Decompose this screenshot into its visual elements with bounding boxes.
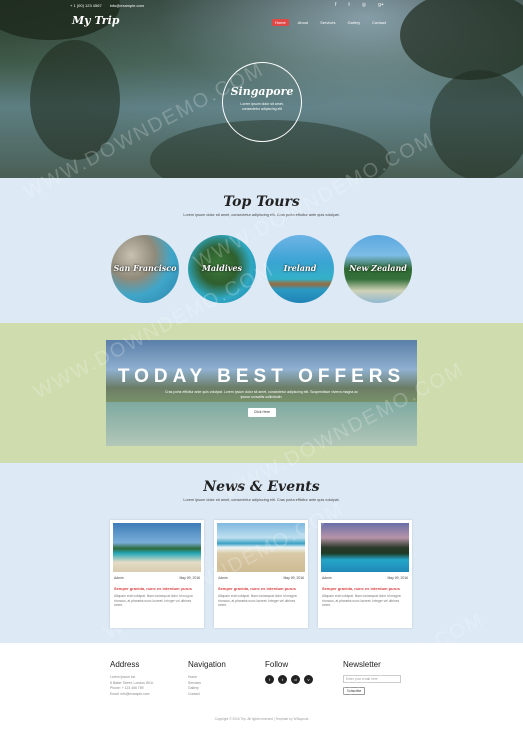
footer-navigation: Navigation Home Services Gallery Contact <box>188 660 226 697</box>
copyright-text: Copyright © 2016 Trip. All rights reserv… <box>214 717 309 721</box>
news-section: News & Events Lorem ipsum dolor sit amet… <box>0 463 523 643</box>
offers-title: TODAY BEST OFFERS <box>117 366 406 387</box>
author-text: Admin <box>218 576 228 580</box>
hero-city-subtitle: Lorem ipsum dolor sit amet, consectetur … <box>240 102 284 111</box>
vimeo-icon[interactable]: v <box>304 675 313 684</box>
phone-text: + 1 (00) 123 4567 <box>70 3 102 8</box>
hero-city-title: Singapore <box>230 85 294 98</box>
news-card-title[interactable]: Semper gravida, nunc ex interdum purus <box>218 586 304 591</box>
author-text: Admin <box>322 576 332 580</box>
footer-link-contact[interactable]: Contact <box>188 692 226 698</box>
news-card-title[interactable]: Semper gravida, nunc ex interdum purus <box>114 586 200 591</box>
author-text: Admin <box>114 576 124 580</box>
news-meta: Admin May 09, 2016 <box>114 576 200 580</box>
hero-banner: + 1 (00) 123 4567 info@example.com f t ◎… <box>0 0 523 178</box>
tour-label: Ireland <box>283 263 317 273</box>
date-text: May 09, 2016 <box>283 576 304 580</box>
top-tours-section: Top Tours Lorem ipsum dolor sit amet, co… <box>0 178 523 323</box>
social-links: f t ◎ g+ <box>335 2 384 8</box>
follow-icons: f t d v <box>265 675 313 684</box>
news-image <box>321 523 409 572</box>
instagram-icon[interactable]: ◎ <box>362 2 366 8</box>
offers-section: TODAY BEST OFFERS Cras porta efficitur a… <box>0 323 523 463</box>
news-image <box>217 523 305 572</box>
tour-label: Maldives <box>202 263 242 273</box>
footer-follow: Follow f t d v <box>265 660 313 684</box>
site-footer: Address Lorem Ipsum Inc 8 Baker Street, … <box>0 643 523 729</box>
news-title: News & Events <box>203 479 320 495</box>
address-line[interactable]: Email: info@example.com <box>110 692 153 698</box>
nav-about[interactable]: About <box>295 19 311 26</box>
news-meta: Admin May 09, 2016 <box>322 576 408 580</box>
tour-label: New Zealand <box>349 263 407 273</box>
news-card[interactable]: Admin May 09, 2016 Semper gravida, nunc … <box>110 520 204 628</box>
tours-tagline: Lorem ipsum dolor sit amet, consectetur … <box>183 213 340 217</box>
news-meta: Admin May 09, 2016 <box>218 576 304 580</box>
contact-bar: + 1 (00) 123 4567 info@example.com <box>70 3 144 8</box>
tours-title: Top Tours <box>223 194 300 210</box>
footer-address-title: Address <box>110 660 140 669</box>
site-logo[interactable]: My Trip <box>72 14 119 27</box>
twitter-icon[interactable]: t <box>278 675 287 684</box>
news-card[interactable]: Admin May 09, 2016 Semper gravida, nunc … <box>214 520 308 628</box>
nav-home[interactable]: Home <box>272 19 289 26</box>
twitter-icon[interactable]: t <box>348 2 349 8</box>
nav-gallery[interactable]: Gallery <box>344 19 363 26</box>
tour-label: San Francisco <box>113 263 177 273</box>
footer-newsletter: Newsletter Enter your email here Subscri… <box>343 660 401 695</box>
footer-navigation-title: Navigation <box>188 660 226 669</box>
facebook-icon[interactable]: f <box>265 675 274 684</box>
news-card-body: Aliquam erat volutpat. Nam consequat dol… <box>218 594 297 608</box>
footer-newsletter-title: Newsletter <box>343 660 381 669</box>
nav-contact[interactable]: Contact <box>369 19 389 26</box>
news-card-body: Aliquam erat volutpat. Nam consequat dol… <box>322 594 401 608</box>
offers-banner: TODAY BEST OFFERS Cras porta efficitur a… <box>106 340 417 446</box>
offers-description: Cras porta efficitur ante quis volutpat.… <box>165 390 358 399</box>
date-text: May 09, 2016 <box>179 576 200 580</box>
email-text[interactable]: info@example.com <box>110 3 144 8</box>
footer-follow-title: Follow <box>265 660 289 669</box>
tour-san-francisco[interactable]: San Francisco <box>111 235 179 303</box>
tour-maldives[interactable]: Maldives <box>188 235 256 303</box>
newsletter-subscribe-button[interactable]: Subscribe <box>343 687 365 695</box>
hero-city-badge: Singapore Lorem ipsum dolor sit amet, co… <box>222 62 302 142</box>
facebook-icon[interactable]: f <box>335 2 336 8</box>
news-card[interactable]: Admin May 09, 2016 Semper gravida, nunc … <box>318 520 412 628</box>
tour-ireland[interactable]: Ireland <box>266 235 334 303</box>
news-card-body: Aliquam erat volutpat. Nam consequat dol… <box>114 594 193 608</box>
offers-button[interactable]: Click Here <box>248 408 276 417</box>
newsletter-email-input[interactable]: Enter your email here <box>343 675 401 683</box>
google-plus-icon[interactable]: g+ <box>378 2 384 8</box>
footer-address: Address Lorem Ipsum Inc 8 Baker Street, … <box>110 660 153 697</box>
nav-services[interactable]: Services <box>317 19 338 26</box>
date-text: May 09, 2016 <box>387 576 408 580</box>
main-nav: Home About Services Gallery Contact <box>272 19 389 26</box>
dribbble-icon[interactable]: d <box>291 675 300 684</box>
news-image <box>113 523 201 572</box>
news-tagline: Lorem ipsum dolor sit amet, consectetur … <box>183 498 340 502</box>
tour-new-zealand[interactable]: New Zealand <box>344 235 412 303</box>
news-card-title[interactable]: Semper gravida, nunc ex interdum purus <box>322 586 408 591</box>
